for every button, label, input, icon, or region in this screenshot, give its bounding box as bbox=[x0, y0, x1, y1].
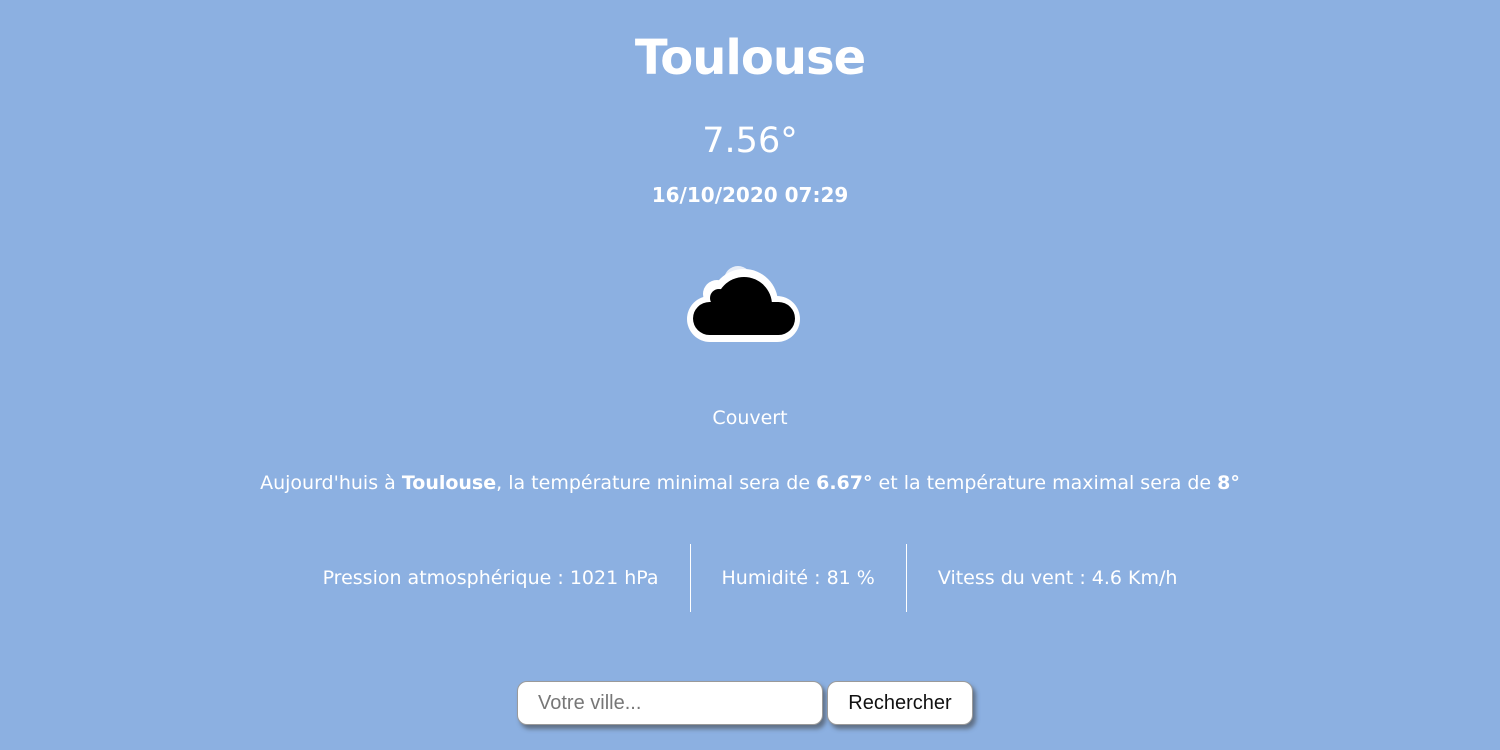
search-button[interactable]: Rechercher bbox=[827, 681, 973, 725]
daily-summary: Aujourd'huis à Toulouse, la température … bbox=[0, 472, 1500, 494]
pressure-stat: Pression atmosphérique : 1021 hPa bbox=[322, 567, 659, 589]
summary-city: Toulouse bbox=[401, 472, 497, 494]
summary-prefix: Aujourd'huis à bbox=[260, 472, 402, 494]
weather-description: Couvert bbox=[712, 407, 788, 429]
current-temperature: 7.56° bbox=[702, 121, 798, 161]
date-time: 16/10/2020 07:29 bbox=[651, 183, 849, 207]
city-title: Toulouse bbox=[634, 30, 866, 86]
summary-text-max: et la température maximal sera de bbox=[872, 472, 1218, 494]
wind-stat: Vitess du vent : 4.6 Km/h bbox=[937, 567, 1178, 589]
cloud-icon bbox=[686, 258, 802, 344]
summary-max-temp: 8° bbox=[1217, 472, 1240, 494]
summary-text-min: , la température minimal sera de bbox=[496, 472, 817, 494]
weather-stats: Pression atmosphérique : 1021 hPa Humidi… bbox=[0, 544, 1500, 612]
summary-min-temp: 6.67° bbox=[816, 472, 873, 494]
humidity-stat: Humidité : 81 % bbox=[721, 567, 875, 589]
city-search-input[interactable] bbox=[517, 681, 823, 725]
weather-page: Toulouse 7.56° 16/10/2020 07:29 Couvert … bbox=[0, 0, 1500, 750]
search-form: Rechercher bbox=[517, 681, 973, 725]
